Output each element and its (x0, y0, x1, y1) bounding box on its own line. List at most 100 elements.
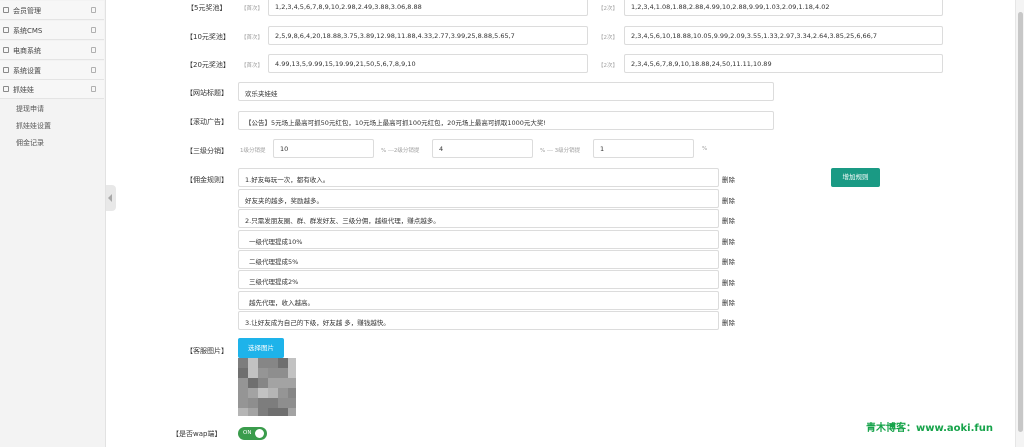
rule-input[interactable]: 越先代理，收入越高。 (238, 291, 719, 310)
rule-input[interactable]: 2.只需发朋友圈、群、群发好友、三级分佣，越级代理，赚点越多。 (238, 209, 719, 228)
rule-input[interactable]: 二级代理提成5% (238, 250, 719, 269)
mosaic-cell (258, 388, 268, 398)
mosaic-cell (258, 368, 268, 378)
dist-percent-tip: % (702, 146, 708, 152)
page-scrollbar[interactable] (1015, 0, 1024, 447)
dist-level3-input[interactable]: 1 (593, 139, 694, 158)
dist-level3-tip: % --- 3级分销提 (540, 148, 581, 154)
sidebar-item-withdraw[interactable]: 提现申请 (16, 104, 44, 114)
mosaic-cell (288, 388, 296, 398)
prize10-second-input[interactable]: 2,3,4,5,6,10,18.88,10.05,9.99,2.09,3.55,… (624, 26, 943, 45)
rule-input[interactable]: 三级代理提成2% (238, 270, 719, 289)
choose-image-button[interactable]: 选择图片 (238, 338, 284, 358)
mosaic-cell (248, 378, 258, 388)
mosaic-cell (258, 358, 268, 368)
folder-icon (3, 7, 9, 13)
mosaic-cell (268, 368, 278, 378)
sidebar-menu-claw[interactable]: 抓娃娃 (0, 80, 104, 99)
rule-delete-button[interactable]: 删除 (722, 256, 735, 266)
scroll-ad-label: 【滚动广告】 (186, 118, 228, 126)
sidebar-menu-label: 电商系统 (13, 47, 41, 55)
rule-input[interactable]: 3.让好友成为自己的下级，好友越 多，赚钱越快。 (238, 311, 719, 330)
rule-input[interactable]: 好友夹的越多，奖励越多。 (238, 189, 719, 208)
site-title-input[interactable]: 欢乐夹娃娃 (238, 82, 774, 101)
mosaic-cell (238, 388, 248, 398)
rule-delete-button[interactable]: 删除 (722, 215, 735, 225)
prize20-second-input[interactable]: 2,3,4,5,6,7,8,9,10,18.88,24,50,11.11,10.… (624, 54, 943, 73)
mosaic-cell (248, 368, 258, 378)
mosaic-cell (238, 368, 248, 378)
sidebar-item-claw-settings[interactable]: 抓娃娃设置 (16, 121, 51, 131)
mosaic-cell (238, 408, 248, 416)
rule-delete-button[interactable]: 删除 (722, 236, 735, 246)
mosaic-cell (248, 388, 258, 398)
sidebar-menu-cms[interactable]: 系统CMS (0, 21, 104, 40)
sidebar-item-commission-log[interactable]: 佣金记录 (16, 138, 44, 148)
sidebar-menu-members[interactable]: 会员管理 (0, 1, 104, 20)
sidebar-collapse-handle[interactable] (106, 185, 116, 211)
wap-label: 【是否wap端】 (172, 430, 222, 438)
sidebar-menu-label: 会员管理 (13, 7, 41, 15)
mosaic-cell (278, 388, 288, 398)
watermark-text: 青木博客：www.aoki.fun (866, 423, 993, 434)
mosaic-cell (248, 398, 258, 408)
add-rule-button[interactable]: 增加规则 (831, 168, 880, 187)
dist-level1-input[interactable]: 10 (273, 139, 374, 158)
rule-input[interactable]: 1.好友每玩一次，都有收入。 (238, 168, 719, 187)
rule-delete-button[interactable]: 删除 (722, 195, 735, 205)
rule-delete-button[interactable]: 删除 (722, 277, 735, 287)
qr-image-preview (238, 358, 296, 416)
folder-icon (3, 86, 9, 92)
prize20-first-input[interactable]: 4.99,13,5,9.99,15,19.99,21,50,5,6,7,8,9,… (268, 54, 588, 73)
mosaic-cell (278, 398, 288, 408)
prize5-first-input[interactable]: 1,2,3,4,5,6,7,8,9,10,2.98,2.49,3.88,3.06… (268, 0, 588, 16)
mosaic-cell (288, 358, 296, 368)
mosaic-cell (278, 378, 288, 388)
mosaic-cell (248, 358, 258, 368)
mosaic-cell (238, 378, 248, 388)
sidebar-menu-label: 系统CMS (13, 27, 43, 35)
mosaic-cell (278, 408, 288, 416)
sidebar-menu-label: 抓娃娃 (13, 86, 34, 94)
sidebar-menu-settings[interactable]: 系统设置 (0, 61, 104, 80)
expand-icon (91, 86, 96, 92)
prize10-first-input[interactable]: 2,5,9,8,6,4,20,18.88,3.75,3.89,12.98,11.… (268, 26, 588, 45)
mosaic-cell (238, 358, 248, 368)
mosaic-cell (258, 408, 268, 416)
mosaic-cell (288, 398, 296, 408)
scrollbar-thumb[interactable] (1018, 12, 1023, 432)
folder-icon (3, 67, 9, 73)
prize5-first-tip: 【首次】 (241, 6, 264, 12)
mosaic-cell (268, 408, 278, 416)
prize5-second-input[interactable]: 1,2,3,4,1.08,1.88,2.88,4.99,10,2.88,9.99… (624, 0, 943, 16)
scroll-ad-input[interactable]: 【公告】5元场上最高可抓50元红包，10元场上最高可抓100元红包，20元场上最… (238, 111, 774, 130)
site-title-label: 【网站标题】 (186, 89, 228, 97)
mosaic-cell (238, 398, 248, 408)
expand-icon (91, 27, 96, 33)
mosaic-cell (268, 358, 278, 368)
dist-level1-tip: 1级分销提 (240, 148, 266, 154)
mosaic-cell (288, 378, 296, 388)
sidebar: 会员管理 系统CMS 电商系统 系统设置 抓娃娃 提现申请 抓娃娃设置 佣金记录 (0, 0, 106, 447)
sidebar-menu-ecommerce[interactable]: 电商系统 (0, 41, 104, 60)
rule-delete-button[interactable]: 删除 (722, 297, 735, 307)
rule-delete-button[interactable]: 删除 (722, 317, 735, 327)
prize20-label: 【20元奖池】 (186, 61, 230, 69)
rule-input[interactable]: 一级代理提成10% (238, 230, 719, 249)
prize5-second-tip: 【2次】 (598, 6, 618, 12)
mosaic-cell (258, 398, 268, 408)
mosaic-cell (288, 408, 296, 416)
prize20-second-tip: 【2次】 (598, 63, 618, 69)
mosaic-cell (278, 358, 288, 368)
prize5-label: 【5元奖池】 (187, 4, 227, 12)
wap-toggle[interactable]: ON (238, 427, 267, 440)
expand-icon (91, 7, 96, 13)
prize10-second-tip: 【2次】 (598, 35, 618, 41)
dist-level2-input[interactable]: 4 (432, 139, 533, 158)
prize10-label: 【10元奖池】 (186, 33, 230, 41)
mosaic-cell (268, 388, 278, 398)
mosaic-cell (248, 408, 258, 416)
rule-delete-button[interactable]: 删除 (722, 174, 735, 184)
expand-icon (91, 47, 96, 53)
sidebar-menu-label: 系统设置 (13, 67, 41, 75)
